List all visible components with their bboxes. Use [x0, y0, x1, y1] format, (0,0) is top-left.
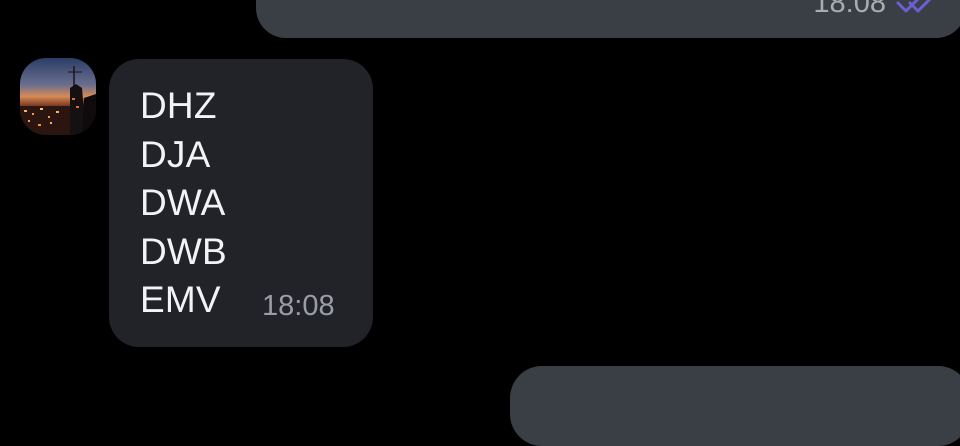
incoming-message-bubble[interactable]: DHZ DJA DWA DWB EMV 18:08: [109, 59, 373, 347]
message-text[interactable]: DHZ DJA DWA DWB EMV: [140, 82, 227, 325]
outgoing-message-time: 18:08: [813, 0, 886, 19]
incoming-message-time: 18:08: [262, 290, 335, 322]
message-line[interactable]: DWB: [140, 228, 227, 277]
outgoing-message-bubble-partial[interactable]: [510, 366, 960, 446]
message-line[interactable]: EMV: [140, 276, 227, 325]
outgoing-message-meta: 18:08: [813, 0, 936, 18]
outgoing-message-bubble[interactable]: 18:08: [256, 0, 960, 38]
message-line[interactable]: DWA: [140, 179, 227, 228]
city-sunset-avatar-icon: [20, 58, 96, 135]
sender-avatar[interactable]: [20, 58, 96, 135]
double-check-icon: [896, 0, 931, 12]
message-line[interactable]: DJA: [140, 131, 227, 180]
message-line[interactable]: DHZ: [140, 82, 227, 131]
